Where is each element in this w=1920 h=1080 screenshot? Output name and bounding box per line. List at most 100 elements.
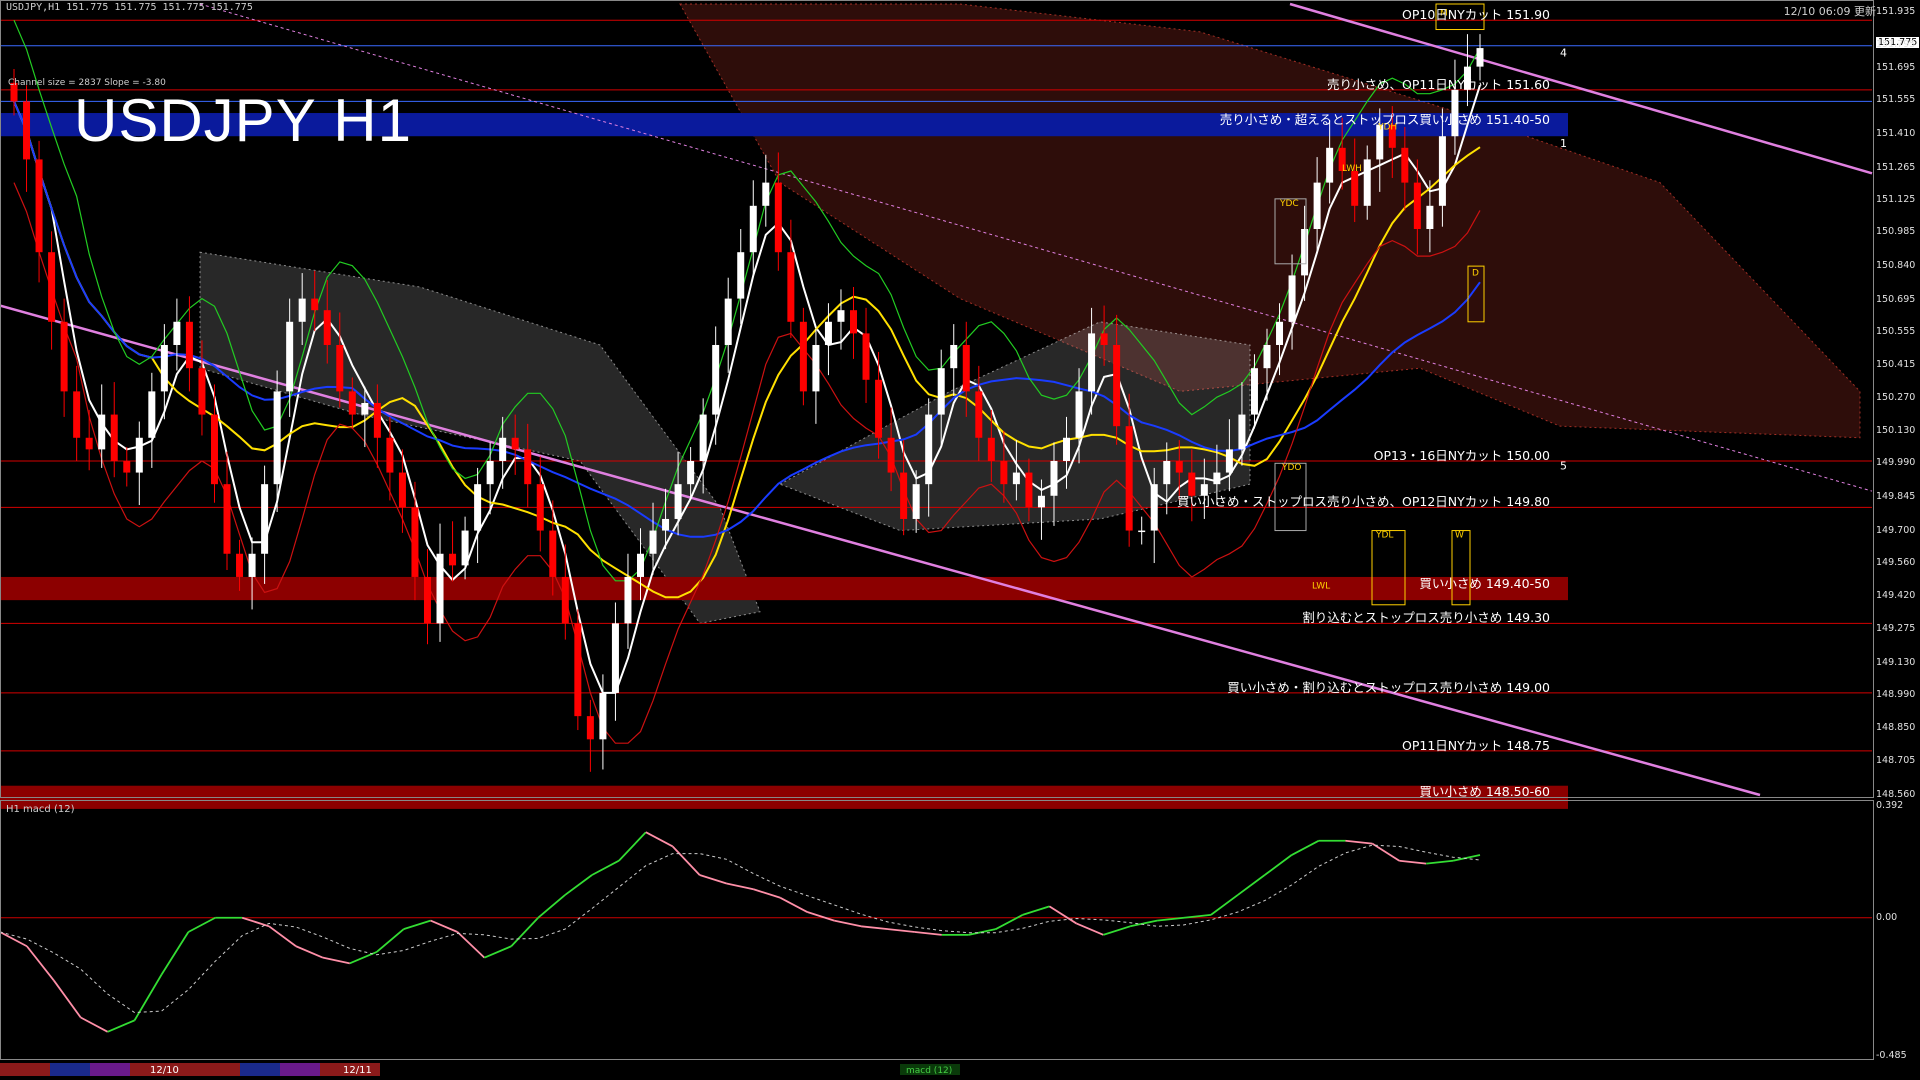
box-label: YDL xyxy=(1375,531,1393,541)
candle-body xyxy=(1250,368,1258,415)
macd-segment xyxy=(160,931,190,976)
candle-body xyxy=(1113,344,1121,427)
macd-segment xyxy=(26,945,55,982)
candle-body xyxy=(1163,460,1171,485)
candle-body xyxy=(449,553,457,566)
price-tick: 148.850 xyxy=(1876,721,1916,733)
macd-signal xyxy=(0,844,1481,1014)
candle-body xyxy=(85,437,93,450)
box-label: YDC xyxy=(1279,199,1299,209)
macd-segment xyxy=(1399,859,1427,865)
candle-body xyxy=(1213,472,1221,485)
macd-segment xyxy=(807,911,835,922)
candle-body xyxy=(574,623,582,717)
candle-body xyxy=(687,460,695,485)
level-annotation: 買い小さめ・割り込むとストップロス売り小さめ 149.00 xyxy=(1227,679,1550,695)
macd-segment xyxy=(133,974,163,1021)
candle-body xyxy=(1000,460,1008,485)
tf-segment[interactable] xyxy=(280,1063,320,1076)
candle-body xyxy=(273,391,281,485)
macd-segment xyxy=(914,931,942,936)
candle-body xyxy=(1088,333,1096,392)
candle-body xyxy=(474,484,482,531)
tf-segment[interactable] xyxy=(240,1063,280,1076)
candle-body xyxy=(799,321,807,392)
macd-segment xyxy=(860,925,889,931)
candle-body xyxy=(198,368,206,415)
candle-body xyxy=(1012,472,1020,485)
candle-body xyxy=(1238,414,1246,450)
price-tick: 150.130 xyxy=(1876,424,1916,436)
candle-body xyxy=(1438,136,1446,206)
tf-segment[interactable] xyxy=(0,1063,50,1076)
candle-body xyxy=(925,414,933,485)
price-tick: 149.130 xyxy=(1876,656,1916,668)
macd-segment xyxy=(107,1019,135,1033)
macd-segment xyxy=(1426,859,1454,865)
level-annotation: 買い小さめ 149.40-50 xyxy=(1419,575,1550,591)
macd-segment xyxy=(1264,854,1293,876)
candle-body xyxy=(962,344,970,392)
macd-segment xyxy=(456,931,485,959)
candle-body xyxy=(599,692,607,740)
price-tick: 151.795 xyxy=(1876,38,1916,50)
macd-segment xyxy=(510,917,539,947)
macd-segment xyxy=(295,945,324,959)
candle-body xyxy=(23,101,31,160)
timeframe-bar[interactable]: 12/10 12/11 macd (12) xyxy=(0,1063,1880,1076)
macd-tick: 0.00 xyxy=(1876,911,1898,923)
candle-body xyxy=(950,344,958,369)
candle-body xyxy=(286,321,294,392)
price-tick: 150.695 xyxy=(1876,293,1916,305)
date-label: 12/11 xyxy=(343,1065,372,1076)
candle-body xyxy=(862,333,870,380)
candle-body xyxy=(762,182,770,206)
price-tick: 150.985 xyxy=(1876,226,1916,238)
candle-body xyxy=(1075,391,1083,438)
candle-body xyxy=(1401,147,1409,183)
candle-body xyxy=(611,623,619,693)
candle-body xyxy=(1100,333,1108,345)
macd-segment xyxy=(430,919,458,933)
tf-segment[interactable] xyxy=(50,1063,90,1076)
price-tick: 150.555 xyxy=(1876,326,1916,338)
candle-body xyxy=(875,379,883,438)
candle-body xyxy=(73,391,81,438)
macd-frame xyxy=(0,800,1874,1060)
macd-segment xyxy=(618,831,647,862)
price-chart[interactable]: 145 YDHYDCYDOYDLLWHLWLDWM xyxy=(0,0,1920,1080)
macd-segment xyxy=(268,925,297,947)
macd-segment xyxy=(968,928,996,936)
update-timestamp: 12/10 06:09 更新 xyxy=(1783,5,1876,18)
candle-body xyxy=(336,344,344,392)
macd-segment xyxy=(1237,874,1266,896)
level-annotation: 売り小さめ・超えるとストップロス買い小さめ 151.40-50 xyxy=(1219,111,1550,127)
candle-body xyxy=(586,716,594,740)
macd-tick: 0.392 xyxy=(1876,800,1904,811)
candle-body xyxy=(1063,437,1071,461)
candle-body xyxy=(1476,48,1484,67)
macd-segment xyxy=(80,1016,109,1033)
candle-body xyxy=(261,484,269,554)
macd-segment xyxy=(0,931,28,948)
box-label: W xyxy=(1455,531,1464,541)
level-annotation: 割り込むとストップロス売り小さめ 149.30 xyxy=(1302,610,1550,626)
macd-segment xyxy=(753,888,781,899)
candle-body xyxy=(98,414,106,450)
tf-segment[interactable] xyxy=(90,1063,130,1076)
candle-body xyxy=(561,576,569,624)
macd-segment xyxy=(1210,894,1239,916)
macd-segment xyxy=(1103,925,1131,936)
candle-body xyxy=(737,252,745,299)
tf-segment[interactable] xyxy=(130,1063,240,1076)
candle-body xyxy=(398,472,406,508)
candle-body xyxy=(1138,530,1146,533)
candle-body xyxy=(123,460,131,473)
macd-segment xyxy=(376,928,405,953)
candle-body xyxy=(185,321,193,369)
level-annotation: OP10日NYカット 151.90 xyxy=(1402,7,1550,23)
macd-window-label: H1 macd (12) xyxy=(6,804,75,815)
macd-segment xyxy=(645,831,674,848)
candle-body xyxy=(724,298,732,345)
candle-body xyxy=(900,472,908,519)
